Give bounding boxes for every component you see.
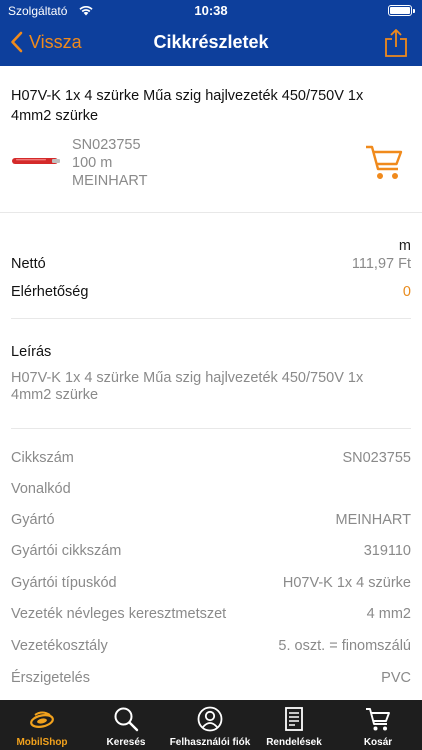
divider — [0, 212, 422, 213]
page-title: Cikkrészletek — [153, 32, 269, 52]
share-icon[interactable] — [384, 28, 408, 58]
search-icon — [114, 707, 139, 732]
battery-icon — [388, 5, 415, 16]
spec-label: Vezeték névleges keresztmetszet — [11, 606, 227, 622]
product-name: H07V-K 1x 4 szürke Műa szig hajlvezeték … — [11, 88, 364, 124]
product-code: SN023755 — [72, 137, 141, 153]
navigation-bar: Vissza Cikkrészletek — [0, 22, 422, 66]
tab-orders[interactable]: Rendelések — [252, 700, 336, 750]
description-text: H07V-K 1x 4 szürke Műa szig hajlvezeték … — [11, 370, 364, 403]
add-to-cart-button[interactable] — [364, 142, 404, 182]
tab-label: Felhasználói fiók — [169, 737, 251, 748]
spec-label: Cikkszám — [11, 450, 74, 466]
mobilshop-logo-icon — [30, 711, 54, 728]
tab-search[interactable]: Keresés — [84, 700, 168, 750]
spec-value: 319110 — [363, 543, 411, 559]
net-price-value: 111,97 Ft — [351, 256, 411, 272]
status-bar: Szolgáltató 10:38 — [0, 0, 422, 22]
spec-value: 4 mm2 — [366, 606, 411, 622]
cart-icon — [366, 708, 390, 731]
top-bar: Szolgáltató 10:38 Vissza Cikkrészletek — [0, 0, 422, 66]
net-price-label: Nettó — [11, 256, 46, 272]
product-length: 100 m — [72, 155, 113, 171]
divider — [11, 428, 411, 429]
divider — [11, 318, 411, 319]
product-details: H07V-K 1x 4 szürke Műa szig hajlvezeték … — [0, 66, 422, 700]
product-meta: SN023755 100 m MEINHART — [72, 136, 147, 190]
tab-mobilshop[interactable]: MobilShop — [0, 700, 84, 750]
tab-label: Keresés — [106, 737, 146, 748]
tab-bar: MobilShop Keresés Felhasználói fiók Rend… — [0, 700, 422, 750]
spec-label: Gyártói cikkszám — [11, 543, 122, 559]
product-image — [12, 158, 60, 164]
spec-label: Gyártó — [11, 512, 55, 528]
availability-value: 0 — [402, 284, 411, 300]
spec-value: 5. oszt. = finomszálú — [278, 638, 411, 654]
spec-label: Érszigetelés — [11, 670, 90, 686]
spec-label: Vezetékosztály — [11, 638, 108, 654]
tab-label: Rendelések — [266, 737, 322, 748]
description-title: Leírás — [11, 344, 52, 360]
spec-value: MEINHART — [335, 512, 411, 528]
price-unit: m — [398, 238, 411, 254]
tab-account[interactable]: Felhasználói fiók — [168, 700, 252, 750]
spec-value: PVC — [381, 670, 411, 686]
spec-label: Gyártói típuskód — [11, 575, 117, 591]
orders-icon — [285, 707, 303, 731]
product-manufacturer: MEINHART — [72, 173, 148, 189]
spec-value: H07V-K 1x 4 szürke — [282, 575, 411, 591]
spec-value: SN023755 — [342, 450, 411, 466]
tab-cart[interactable]: Kosár — [336, 700, 420, 750]
spec-label: Vonalkód — [11, 481, 71, 497]
status-time: 10:38 — [194, 3, 228, 18]
user-icon — [197, 706, 223, 732]
tab-label: Kosár — [363, 737, 393, 748]
tab-label: MobilShop — [16, 737, 68, 748]
availability-label: Elérhetőség — [11, 284, 89, 300]
